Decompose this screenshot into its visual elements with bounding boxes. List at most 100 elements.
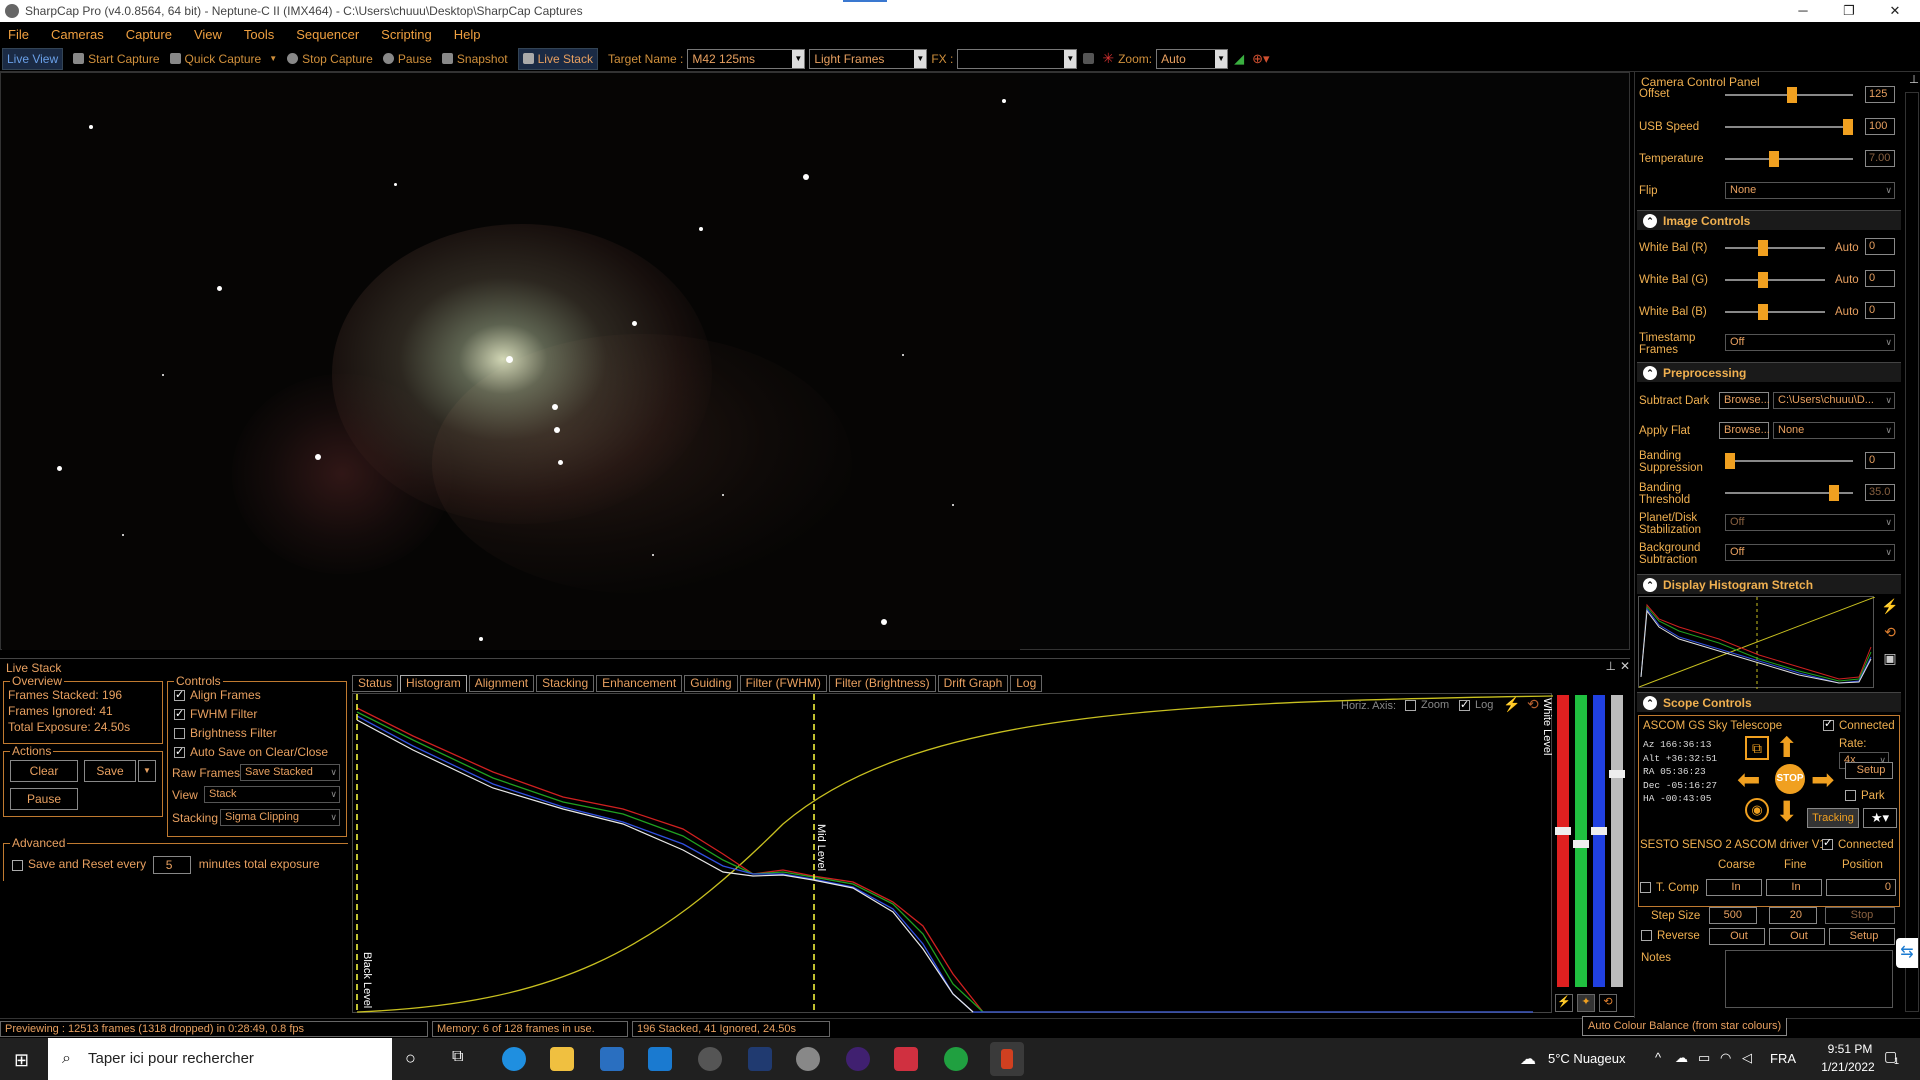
app-icon[interactable]	[944, 1047, 968, 1071]
lightning-icon[interactable]: ⚡	[1503, 696, 1520, 713]
stop-slew-button[interactable]: STOP	[1775, 764, 1805, 794]
lightning-icon[interactable]: ⚡	[1879, 598, 1901, 618]
temperature-slider-thumb[interactable]	[1768, 151, 1779, 167]
snapshot-button[interactable]: Snapshot	[441, 48, 508, 70]
clear-button[interactable]: Clear	[10, 760, 78, 782]
fine-step-stepper[interactable]: 20	[1769, 907, 1817, 924]
network-icon[interactable]: ▭	[1698, 1050, 1710, 1066]
fine-in-button[interactable]: In	[1766, 879, 1822, 896]
tab-histogram[interactable]: Histogram	[400, 675, 467, 692]
align-frames-checkbox[interactable]	[174, 688, 185, 702]
wb-g-slider[interactable]	[1725, 272, 1825, 288]
west-arrow-icon[interactable]: ⬅	[1737, 766, 1760, 794]
banding-supp-value[interactable]: 0	[1865, 452, 1895, 469]
reset-icon[interactable]: ⟲	[1527, 696, 1539, 713]
tab-status[interactable]: Status	[352, 675, 399, 692]
store-icon[interactable]	[600, 1047, 624, 1071]
menu-sequencer[interactable]: Sequencer	[296, 27, 359, 42]
fine-out-button[interactable]: Out	[1769, 928, 1825, 945]
focuser-stop-button[interactable]: Stop	[1825, 907, 1895, 924]
usb-speed-value[interactable]: 100	[1865, 118, 1895, 135]
focuser-connected[interactable]: Connected	[1822, 837, 1894, 851]
scope-controls-header[interactable]: ⌃ Scope Controls	[1637, 692, 1901, 712]
menu-capture[interactable]: Capture	[126, 27, 172, 42]
zoom-toggle[interactable]: Zoom	[1405, 699, 1449, 711]
goto-icon[interactable]: ⧉	[1745, 736, 1769, 760]
mail-icon[interactable]	[648, 1047, 672, 1071]
log-toggle[interactable]: Log	[1459, 698, 1493, 711]
app-icon[interactable]	[796, 1047, 820, 1071]
luminance-level-bar[interactable]	[1611, 695, 1623, 987]
t-comp-row[interactable]: T. Comp	[1640, 882, 1699, 894]
park-checkbox[interactable]	[1845, 790, 1856, 802]
wb-r-auto[interactable]: Auto	[1835, 242, 1859, 254]
apply-flat-select[interactable]: None ∨	[1773, 422, 1895, 439]
scope-setup-button[interactable]: Setup	[1845, 762, 1893, 779]
tab-guiding[interactable]: Guiding	[684, 675, 738, 692]
save-icon[interactable]: ▣	[1879, 650, 1901, 670]
pin-icon[interactable]: ⊥	[1909, 74, 1919, 86]
reverse-row[interactable]: Reverse	[1641, 930, 1700, 942]
cortana-icon[interactable]: ○	[405, 1048, 416, 1069]
red-level-thumb[interactable]	[1555, 827, 1571, 835]
brightness-filter-checkbox[interactable]	[174, 728, 185, 740]
offset-value[interactable]: 125	[1865, 86, 1895, 103]
panel-scrollbar[interactable]	[1905, 92, 1919, 1012]
menu-view[interactable]: View	[194, 27, 222, 42]
menu-cameras[interactable]: Cameras	[51, 27, 104, 42]
offset-slider-thumb[interactable]	[1786, 87, 1797, 103]
notes-textarea[interactable]	[1725, 950, 1893, 1008]
temperature-slider[interactable]	[1725, 151, 1853, 167]
wb-r-slider[interactable]	[1725, 240, 1825, 256]
live-stack-button[interactable]: Live Stack	[517, 47, 598, 70]
banding-supp-slider[interactable]	[1725, 453, 1853, 469]
restore-button[interactable]: ❐	[1826, 0, 1872, 22]
teamviewer-icon[interactable]: ⇆	[1896, 938, 1918, 968]
wb-g-value[interactable]: 0	[1865, 270, 1895, 287]
timestamp-select[interactable]: Off ∨	[1725, 334, 1895, 351]
wb-b-value[interactable]: 0	[1865, 302, 1895, 319]
app-icon[interactable]	[698, 1047, 722, 1071]
quick-capture-button[interactable]: Quick Capture ▼	[169, 48, 277, 70]
tray-chevron-icon[interactable]: ^	[1655, 1050, 1661, 1065]
tab-filter-fwhm[interactable]: Filter (FWHM)	[739, 675, 827, 692]
star-icon[interactable]: ★▾	[1863, 808, 1897, 828]
zoom-tool-icon[interactable]: ⊕▾	[1252, 48, 1269, 70]
clock-date[interactable]: 1/21/2022	[1812, 1060, 1884, 1074]
sharpcap-taskbar-icon[interactable]	[990, 1042, 1024, 1076]
onedrive-icon[interactable]: ☁	[1675, 1050, 1688, 1066]
banding-thr-slider-thumb[interactable]	[1828, 485, 1839, 501]
red-level-bar[interactable]	[1557, 695, 1569, 987]
align-frames-row[interactable]: Align Frames	[174, 688, 261, 702]
reset-icon[interactable]: ⟲	[1879, 624, 1901, 644]
fwhm-filter-checkbox[interactable]	[174, 707, 185, 721]
tab-stacking[interactable]: Stacking	[536, 675, 595, 692]
auto-save-checkbox[interactable]	[174, 745, 185, 759]
home-icon[interactable]: ◉	[1745, 798, 1769, 822]
app-icon[interactable]	[846, 1047, 870, 1071]
close-icon[interactable]: ✕	[1620, 659, 1630, 673]
clock-time[interactable]: 9:51 PM	[1820, 1042, 1880, 1056]
collapse-icon[interactable]: ⌃	[1643, 696, 1657, 710]
tab-filter-brightness[interactable]: Filter (Brightness)	[828, 675, 936, 692]
coarse-out-button[interactable]: Out	[1709, 928, 1765, 945]
subtract-dark-select[interactable]: C:\Users\chuuu\D... ∨	[1773, 392, 1895, 409]
zoom-checkbox[interactable]	[1405, 699, 1416, 711]
fwhm-filter-row[interactable]: FWHM Filter	[174, 707, 257, 721]
zoom-combo[interactable]: Auto ▼	[1156, 48, 1229, 69]
subtract-dark-browse-button[interactable]: Browse...	[1719, 392, 1770, 409]
planet-stab-select[interactable]: Off ∨	[1725, 514, 1895, 531]
wb-b-slider[interactable]	[1725, 304, 1825, 320]
tab-drift-graph[interactable]: Drift Graph	[937, 675, 1009, 692]
menu-tools[interactable]: Tools	[244, 27, 274, 42]
image-controls-header[interactable]: ⌃ Image Controls	[1637, 210, 1901, 230]
wb-r-value[interactable]: 0	[1865, 238, 1895, 255]
close-window-button[interactable]: ✕	[1872, 0, 1918, 22]
position-value[interactable]: 0	[1826, 879, 1896, 896]
telescope-connected-checkbox[interactable]	[1823, 718, 1834, 732]
auto-colour-icon[interactable]: ✦	[1577, 994, 1595, 1012]
banding-supp-slider-thumb[interactable]	[1725, 453, 1735, 469]
coarse-in-button[interactable]: In	[1706, 879, 1762, 896]
coarse-step-stepper[interactable]: 500	[1709, 907, 1757, 924]
tab-enhancement[interactable]: Enhancement	[596, 675, 683, 692]
